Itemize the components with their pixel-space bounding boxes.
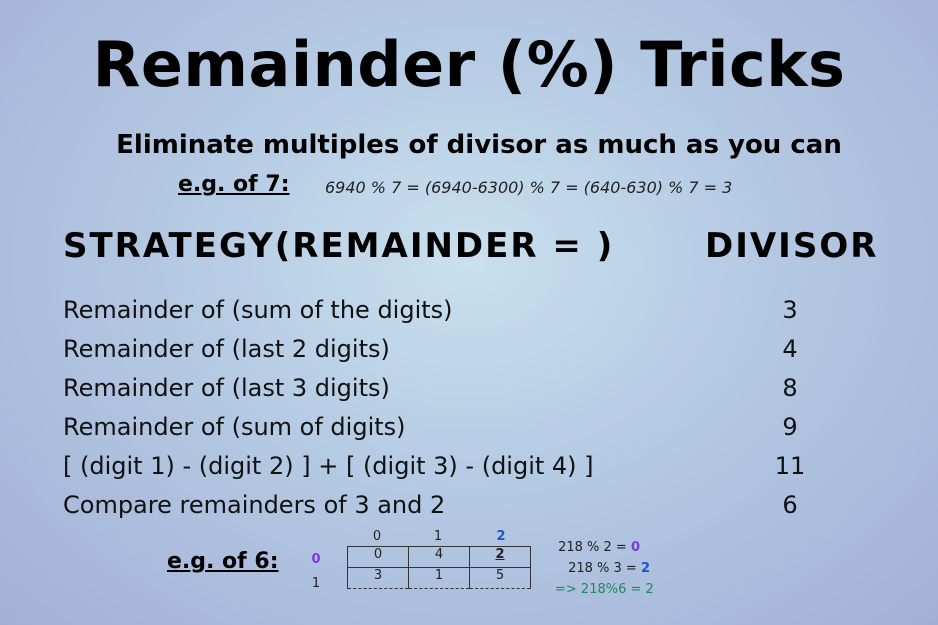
subtitle: Eliminate multiples of divisor as much a… (116, 130, 842, 160)
divisor-heading: DIVISOR (705, 226, 879, 266)
rule-strategy: [ (digit 1) - (digit 2) ] + [ (digit 3) … (63, 452, 594, 480)
row-header: 0 (311, 552, 321, 567)
rule-strategy: Compare remainders of 3 and 2 (63, 491, 446, 519)
grid-cell: 1 (408, 567, 470, 589)
grid-cell: 4 (408, 546, 470, 568)
table-row: 0 4 2 (347, 546, 531, 568)
calc-line: 218 % 3 = 2 (540, 561, 650, 576)
rule-divisor: 9 (782, 413, 798, 441)
column-header: 0 (372, 529, 382, 544)
grid-cell: 5 (469, 567, 531, 589)
rule-strategy: Remainder of (last 2 digits) (63, 335, 390, 363)
calc-conclusion: => 218%6 = 2 (555, 582, 654, 597)
calc-line: 218 % 2 = 0 (530, 540, 640, 555)
strategy-heading: STRATEGY(REMAINDER = ) (63, 226, 615, 266)
table-row: 3 1 5 (347, 567, 531, 589)
page-title: Remainder (%) Tricks (92, 28, 846, 101)
rule-divisor: 6 (782, 491, 798, 519)
rule-divisor: 8 (782, 374, 798, 402)
rule-divisor: 3 (782, 296, 798, 324)
grid-cell: 2 (469, 546, 531, 568)
remainder-grid: 0 4 2 3 1 5 (347, 546, 531, 589)
column-header: 2 (496, 529, 506, 544)
example-7-expression: 6940 % 7 = (6940-6300) % 7 = (640-630) %… (325, 178, 733, 197)
rule-strategy: Remainder of (sum of the digits) (63, 296, 453, 324)
rule-divisor: 4 (782, 335, 798, 363)
calc-text: 218 % 3 = (568, 561, 641, 576)
rule-divisor: 11 (774, 452, 806, 480)
grid-cell: 3 (347, 567, 409, 589)
column-header: 1 (433, 529, 443, 544)
row-header: 1 (311, 576, 321, 591)
calc-text: 218 % 2 = (558, 540, 631, 555)
example-7-label: e.g. of 7: (178, 172, 290, 197)
calc-result: 2 (640, 561, 650, 576)
rule-strategy: Remainder of (sum of digits) (63, 413, 406, 441)
example-6-label: e.g. of 6: (167, 549, 279, 574)
grid-cell: 0 (347, 546, 409, 568)
rule-strategy: Remainder of (last 3 digits) (63, 374, 390, 402)
calc-result: 0 (630, 540, 640, 555)
